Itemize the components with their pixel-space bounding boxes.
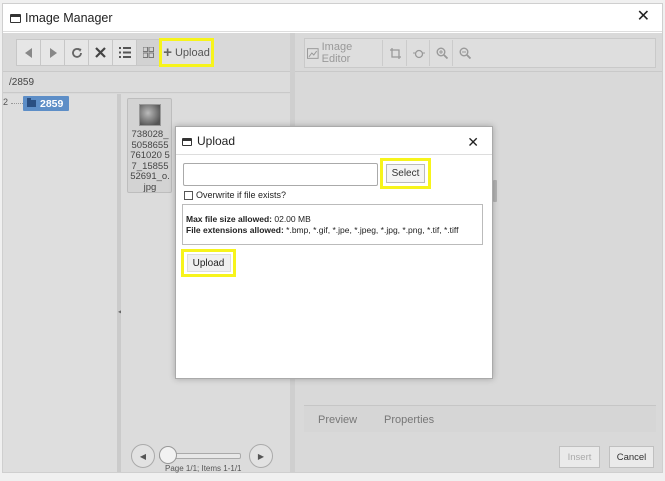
zoom-in-icon[interactable] [431,40,453,66]
select-file-button[interactable]: Select [380,158,431,189]
image-editor-icon [307,47,319,59]
prev-page-icon[interactable]: ◀ [131,444,155,468]
window-close-icon[interactable]: ✕ [637,9,650,25]
insert-button[interactable]: Insert [559,446,600,468]
upload-submit-label: Upload [186,254,231,272]
image-thumbnail [139,104,161,126]
upload-dialog-title: Upload [197,134,236,148]
upload-dialog-header: Upload ✕ [176,127,492,155]
max-size-label: Max file size allowed: [186,214,272,224]
window-header: Image Manager ✕ [3,4,662,32]
overwrite-label: Overwrite if file exists? [196,190,287,200]
window-icon [10,14,21,23]
zoom-out-icon[interactable] [454,40,476,66]
path-bar: /2859 [3,71,290,93]
next-page-icon[interactable]: ▶ [249,444,273,468]
right-separator [295,71,662,72]
crop-icon[interactable] [385,40,407,66]
max-size-line: Max file size allowed: 02.00 MB [186,214,482,225]
folder-icon [27,98,36,107]
overwrite-option[interactable]: Overwrite if file exists? [184,190,286,200]
preview-edge-handle [493,180,497,202]
right-toolbar: Image Editor [304,38,656,68]
forward-icon[interactable] [40,39,65,66]
upload-toolbar-label: Upload [174,46,210,59]
image-editor-button[interactable]: Image Editor [307,40,383,66]
extensions-value: *.bmp, *.gif, *.jpe, *.jpeg, *.jpg, *.pn… [286,225,459,235]
refresh-icon[interactable] [64,39,89,66]
left-toolbar: + Upload [16,38,286,68]
pager-text: Page 1/1; Items 1-1/1 [165,464,242,473]
select-file-label: Select [386,164,425,183]
upload-info-box: Max file size allowed: 02.00 MB File ext… [182,204,483,245]
dialog-close-icon[interactable]: ✕ [467,134,479,151]
dialog-window-icon [182,138,192,146]
cancel-button[interactable]: Cancel [609,446,654,468]
overwrite-checkbox[interactable] [184,190,193,200]
max-size-value: 02.00 MB [274,214,311,224]
rotate-icon[interactable] [408,40,430,66]
upload-submit-button[interactable]: Upload [181,249,236,277]
file-tile[interactable]: 738028_5058655761020 57_1585552691_o.jpg [127,98,172,193]
path-text: /2859 [9,77,35,88]
tree-folder-label: 2859 [40,97,64,110]
right-tabs: Preview Properties [304,405,656,432]
file-name: 738028_5058655761020 57_1585552691_o.jpg [130,129,170,193]
file-path-input[interactable] [183,163,378,186]
plus-icon: + [163,43,172,61]
image-editor-label: Image Editor [321,41,353,65]
tab-properties[interactable]: Properties [384,414,434,426]
extensions-label: File extensions allowed: [186,225,284,235]
back-icon[interactable] [16,39,41,66]
pager: ◀ ▶ Page 1/1; Items 1-1/1 [131,444,281,473]
list-view-icon[interactable] [112,39,137,66]
window-title: Image Manager [25,11,113,25]
upload-toolbar-button[interactable]: + Upload [159,38,214,67]
page-slider-knob[interactable] [159,446,177,464]
delete-icon[interactable] [88,39,113,66]
extensions-line: File extensions allowed: *.bmp, *.gif, *… [186,225,482,236]
upload-dialog: Upload ✕ Select Overwrite if file exists… [175,126,493,379]
tree-connector: 2 [3,97,9,107]
folder-tree: 2 2859 [3,94,117,472]
tree-folder-2859[interactable]: 2859 [23,96,69,111]
grid-view-icon[interactable] [136,39,160,66]
tab-preview[interactable]: Preview [318,414,357,426]
